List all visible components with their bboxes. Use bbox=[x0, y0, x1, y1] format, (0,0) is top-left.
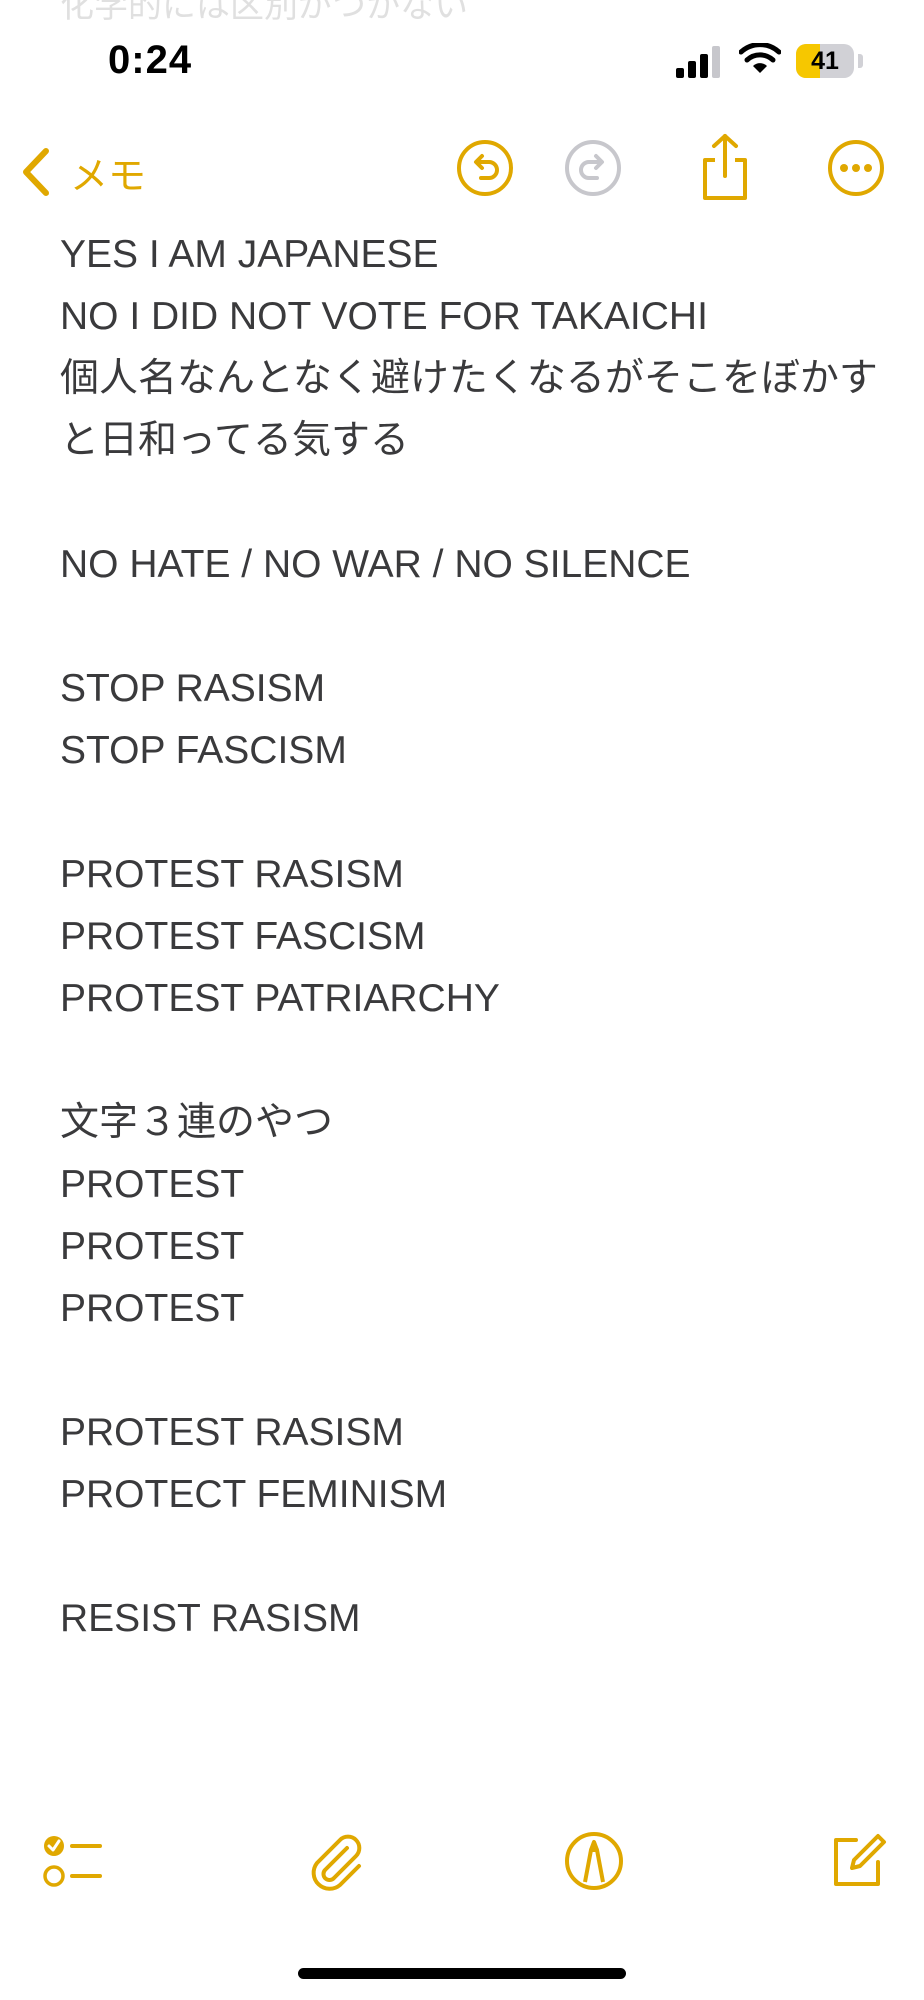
chevron-left-icon bbox=[23, 148, 49, 196]
battery-level: 41 bbox=[811, 47, 839, 75]
note-line: PROTECT FEMINISM bbox=[60, 1473, 448, 1516]
note-line bbox=[60, 472, 880, 534]
battery-cap bbox=[858, 54, 863, 68]
checklist-icon bbox=[43, 1836, 102, 1887]
note-line: PROTEST RASISM bbox=[60, 1411, 404, 1454]
note-line bbox=[60, 1030, 880, 1092]
note-line: PROTEST bbox=[60, 1225, 245, 1268]
attach-button[interactable] bbox=[305, 1830, 367, 1892]
compose-button[interactable] bbox=[826, 1830, 888, 1892]
more-button[interactable] bbox=[826, 138, 886, 198]
more-icon bbox=[828, 140, 884, 196]
status-time: 0:24 bbox=[108, 38, 193, 82]
nav-bar: メモ bbox=[0, 120, 924, 230]
bottom-toolbar bbox=[0, 1830, 924, 1910]
note-line: 個人名なんとなく避けたくなるがそこをぼかすと日和ってる気する bbox=[60, 357, 878, 462]
undo-button[interactable] bbox=[455, 138, 515, 198]
battery-icon: 41 bbox=[796, 44, 854, 78]
note-line: 文字３連のやつ bbox=[60, 1101, 334, 1144]
redo-button[interactable] bbox=[563, 138, 623, 198]
note-line: NO I DID NOT VOTE FOR TAKAICHI bbox=[60, 295, 708, 338]
share-icon bbox=[703, 134, 747, 200]
note-line: PROTEST RASISM bbox=[60, 853, 404, 896]
back-label: メモ bbox=[70, 155, 147, 198]
home-indicator[interactable] bbox=[298, 1968, 626, 1979]
redo-icon bbox=[565, 140, 621, 196]
wifi-icon bbox=[739, 43, 781, 73]
note-line bbox=[60, 782, 880, 844]
paperclip-icon bbox=[311, 1834, 362, 1891]
note-line bbox=[60, 1340, 880, 1402]
note-line: YES I AM JAPANESE bbox=[60, 233, 439, 276]
cellular-signal-icon bbox=[676, 46, 720, 78]
note-line: PROTEST FASCISM bbox=[60, 915, 426, 958]
back-button[interactable]: メモ bbox=[20, 140, 146, 204]
note-line: PROTEST bbox=[60, 1163, 245, 1206]
markup-button[interactable] bbox=[563, 1830, 625, 1892]
note-line: STOP FASCISM bbox=[60, 729, 347, 772]
markup-pen-icon bbox=[565, 1832, 623, 1890]
note-line: RESIST RASISM bbox=[60, 1597, 361, 1640]
note-line: PROTEST bbox=[60, 1287, 245, 1330]
note-line bbox=[60, 596, 880, 658]
note-line: PROTEST PATRIARCHY bbox=[60, 977, 500, 1020]
undo-icon bbox=[457, 140, 513, 196]
share-button[interactable] bbox=[695, 132, 755, 202]
note-line: STOP RASISM bbox=[60, 667, 326, 710]
note-line bbox=[60, 1526, 880, 1588]
checklist-button[interactable] bbox=[40, 1830, 102, 1892]
note-body[interactable]: YES I AM JAPANESE NO I DID NOT VOTE FOR … bbox=[60, 224, 880, 1650]
compose-icon bbox=[834, 1834, 886, 1886]
note-line: NO HATE / NO WAR / NO SILENCE bbox=[60, 543, 691, 586]
status-bar: 0:24 41 bbox=[0, 0, 924, 120]
